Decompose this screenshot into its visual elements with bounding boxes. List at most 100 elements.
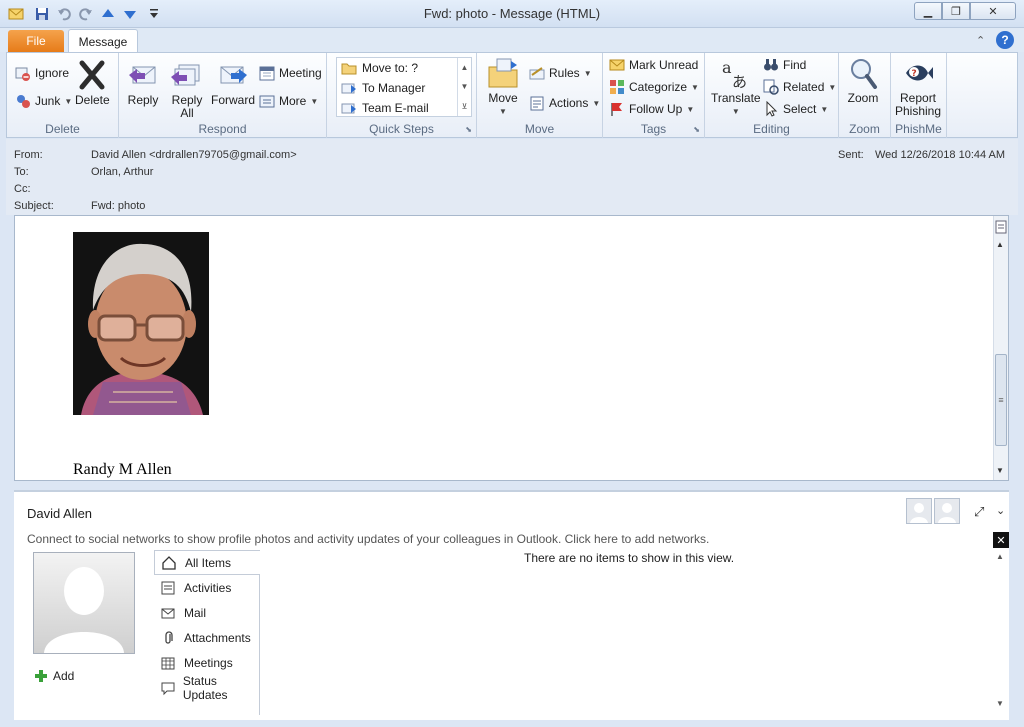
message-body[interactable]: Randy M Allen — [14, 215, 1009, 481]
subject-value: Fwd: photo — [91, 200, 146, 212]
categorize-button[interactable]: Categorize ▼ — [609, 79, 699, 95]
chevron-down-icon: ▼ — [686, 104, 695, 114]
group-label-tags: Tags — [640, 122, 667, 136]
find-button[interactable]: Find — [763, 57, 806, 73]
reply-all-button[interactable]: Reply All — [171, 59, 203, 120]
reading-pane-options-icon[interactable] — [995, 220, 1007, 234]
group-label-editing: Editing — [753, 122, 790, 136]
from-label: From: — [14, 149, 43, 161]
sent-label: Sent: — [838, 149, 864, 161]
forward-mail-icon — [341, 83, 356, 94]
add-contact-button[interactable]: Add — [33, 668, 74, 684]
group-move: Move ▼ Rules ▼ Actions ▼ Move — [477, 53, 603, 138]
dialog-launcher-icon[interactable]: ⬊ — [693, 125, 700, 134]
quick-step-move-to[interactable]: Move to: ? — [337, 58, 471, 78]
people-pane: David Allen ⤢ ⌄ Connect to social networ… — [14, 490, 1009, 720]
minimize-ribbon-icon[interactable]: ⌃ — [976, 34, 990, 48]
message-scrollbar[interactable]: ▲ ≡ ▼ — [993, 216, 1008, 480]
svg-text:?: ? — [912, 69, 917, 79]
maximize-button[interactable]: ❐ — [942, 2, 970, 20]
collapse-pane-icon[interactable]: ⌄ — [996, 504, 1005, 517]
forward-icon — [220, 66, 247, 84]
close-info-bar-icon[interactable]: ✕ — [993, 532, 1009, 548]
from-value[interactable]: David Allen <drdrallen79705@gmail.com> — [91, 149, 297, 161]
junk-button[interactable]: Junk ▼ — [15, 93, 72, 109]
nav-meetings[interactable]: Meetings — [154, 650, 259, 675]
translate-icon: aあ — [722, 58, 747, 89]
move-button[interactable]: Move ▼ — [487, 57, 519, 118]
group-label-move: Move — [524, 122, 555, 136]
actions-button[interactable]: Actions ▼ — [529, 95, 600, 111]
more-respond-button[interactable]: More ▼ — [259, 93, 318, 109]
actions-icon — [530, 96, 544, 111]
tab-message[interactable]: Message — [68, 29, 138, 53]
select-button[interactable]: Select ▼ — [763, 101, 828, 117]
chevron-down-icon: ▼ — [583, 68, 592, 78]
contact-thumbnail-1[interactable] — [906, 498, 932, 524]
dialog-launcher-icon[interactable]: ⬊ — [465, 125, 472, 134]
people-nav: All Items Activities Mail Attachments Me… — [154, 550, 260, 715]
chevron-down-icon: ▼ — [64, 96, 73, 106]
nav-mail[interactable]: Mail — [154, 600, 259, 625]
minimize-button[interactable]: ▁ — [914, 2, 942, 20]
ignore-button[interactable]: Ignore — [15, 65, 69, 81]
reply-button[interactable]: Reply — [127, 59, 159, 107]
activities-icon — [161, 581, 175, 594]
move-folder-icon — [488, 58, 518, 88]
zoom-button[interactable]: Zoom — [847, 57, 879, 105]
scroll-up-icon[interactable]: ▲ — [996, 240, 1004, 249]
related-button[interactable]: Related ▼ — [763, 79, 836, 95]
scroll-down-icon[interactable]: ▼ — [461, 82, 469, 91]
ribbon-tab-row — [0, 28, 1024, 52]
social-connect-message[interactable]: Connect to social networks to show profi… — [27, 532, 709, 546]
chevron-down-icon: ▼ — [820, 104, 829, 114]
group-delete: Ignore Junk ▼ Delete Delete — [7, 53, 119, 138]
to-value[interactable]: Orlan, Arthur — [91, 166, 153, 178]
people-pane-scrollbar[interactable]: ▲ ▼ — [996, 552, 1008, 712]
meeting-button[interactable]: Meeting — [259, 65, 322, 81]
plus-icon — [35, 670, 47, 682]
report-phishing-button[interactable]: ? Report Phishing — [895, 57, 941, 118]
delete-x-icon — [79, 60, 105, 90]
related-icon — [763, 79, 779, 95]
svg-text:あ: あ — [732, 73, 747, 89]
empty-view-message: There are no items to show in this view. — [524, 551, 735, 565]
nav-status-updates[interactable]: Status Updates — [154, 674, 259, 702]
help-icon[interactable]: ? — [996, 31, 1014, 49]
forward-button[interactable]: Forward — [211, 59, 255, 107]
group-phishme: ? Report Phishing PhishMe — [891, 53, 947, 138]
flag-icon — [611, 103, 622, 116]
binoculars-icon — [764, 59, 778, 71]
cc-label: Cc: — [14, 183, 31, 195]
chevron-down-icon: ▼ — [828, 82, 837, 92]
quick-step-team-email[interactable]: Team E-mail — [337, 98, 471, 118]
sent-value: Wed 12/26/2018 10:44 AM — [875, 149, 1006, 161]
scroll-up-icon[interactable]: ▲ — [461, 63, 469, 72]
scroll-down-icon[interactable]: ▼ — [996, 466, 1004, 475]
follow-up-button[interactable]: Follow Up ▼ — [609, 101, 694, 117]
nav-activities[interactable]: Activities — [154, 575, 259, 600]
expand-gallery-icon[interactable]: ⊻ — [462, 102, 468, 111]
expand-pane-icon[interactable]: ⤢ — [974, 504, 984, 520]
scroll-thumb[interactable]: ≡ — [995, 354, 1007, 446]
group-label-respond: Respond — [198, 122, 247, 136]
chevron-down-icon: ▼ — [731, 107, 740, 116]
close-button[interactable]: ✕ — [970, 2, 1016, 20]
signature-text: Randy M Allen — [73, 461, 172, 478]
quick-step-to-manager[interactable]: To Manager — [337, 78, 471, 98]
translate-button[interactable]: aあ Translate ▼ — [711, 57, 761, 118]
contact-thumbnail-2[interactable] — [934, 498, 960, 524]
contact-name[interactable]: David Allen — [27, 506, 92, 521]
nav-attachments[interactable]: Attachments — [154, 625, 259, 650]
group-respond: Reply Reply All Forward Meeting More ▼ Res… — [119, 53, 327, 138]
mark-unread-button[interactable]: Mark Unread — [609, 57, 698, 73]
tab-file[interactable]: File — [8, 30, 64, 52]
profile-placeholder — [33, 552, 135, 654]
scroll-up-icon: ▲ — [996, 552, 1004, 561]
chevron-down-icon: ▼ — [310, 96, 319, 106]
home-icon — [162, 555, 176, 570]
chevron-down-icon: ▼ — [592, 98, 601, 108]
nav-all-items[interactable]: All Items — [154, 550, 260, 575]
delete-button[interactable]: Delete — [75, 59, 110, 107]
rules-button[interactable]: Rules ▼ — [529, 65, 592, 81]
